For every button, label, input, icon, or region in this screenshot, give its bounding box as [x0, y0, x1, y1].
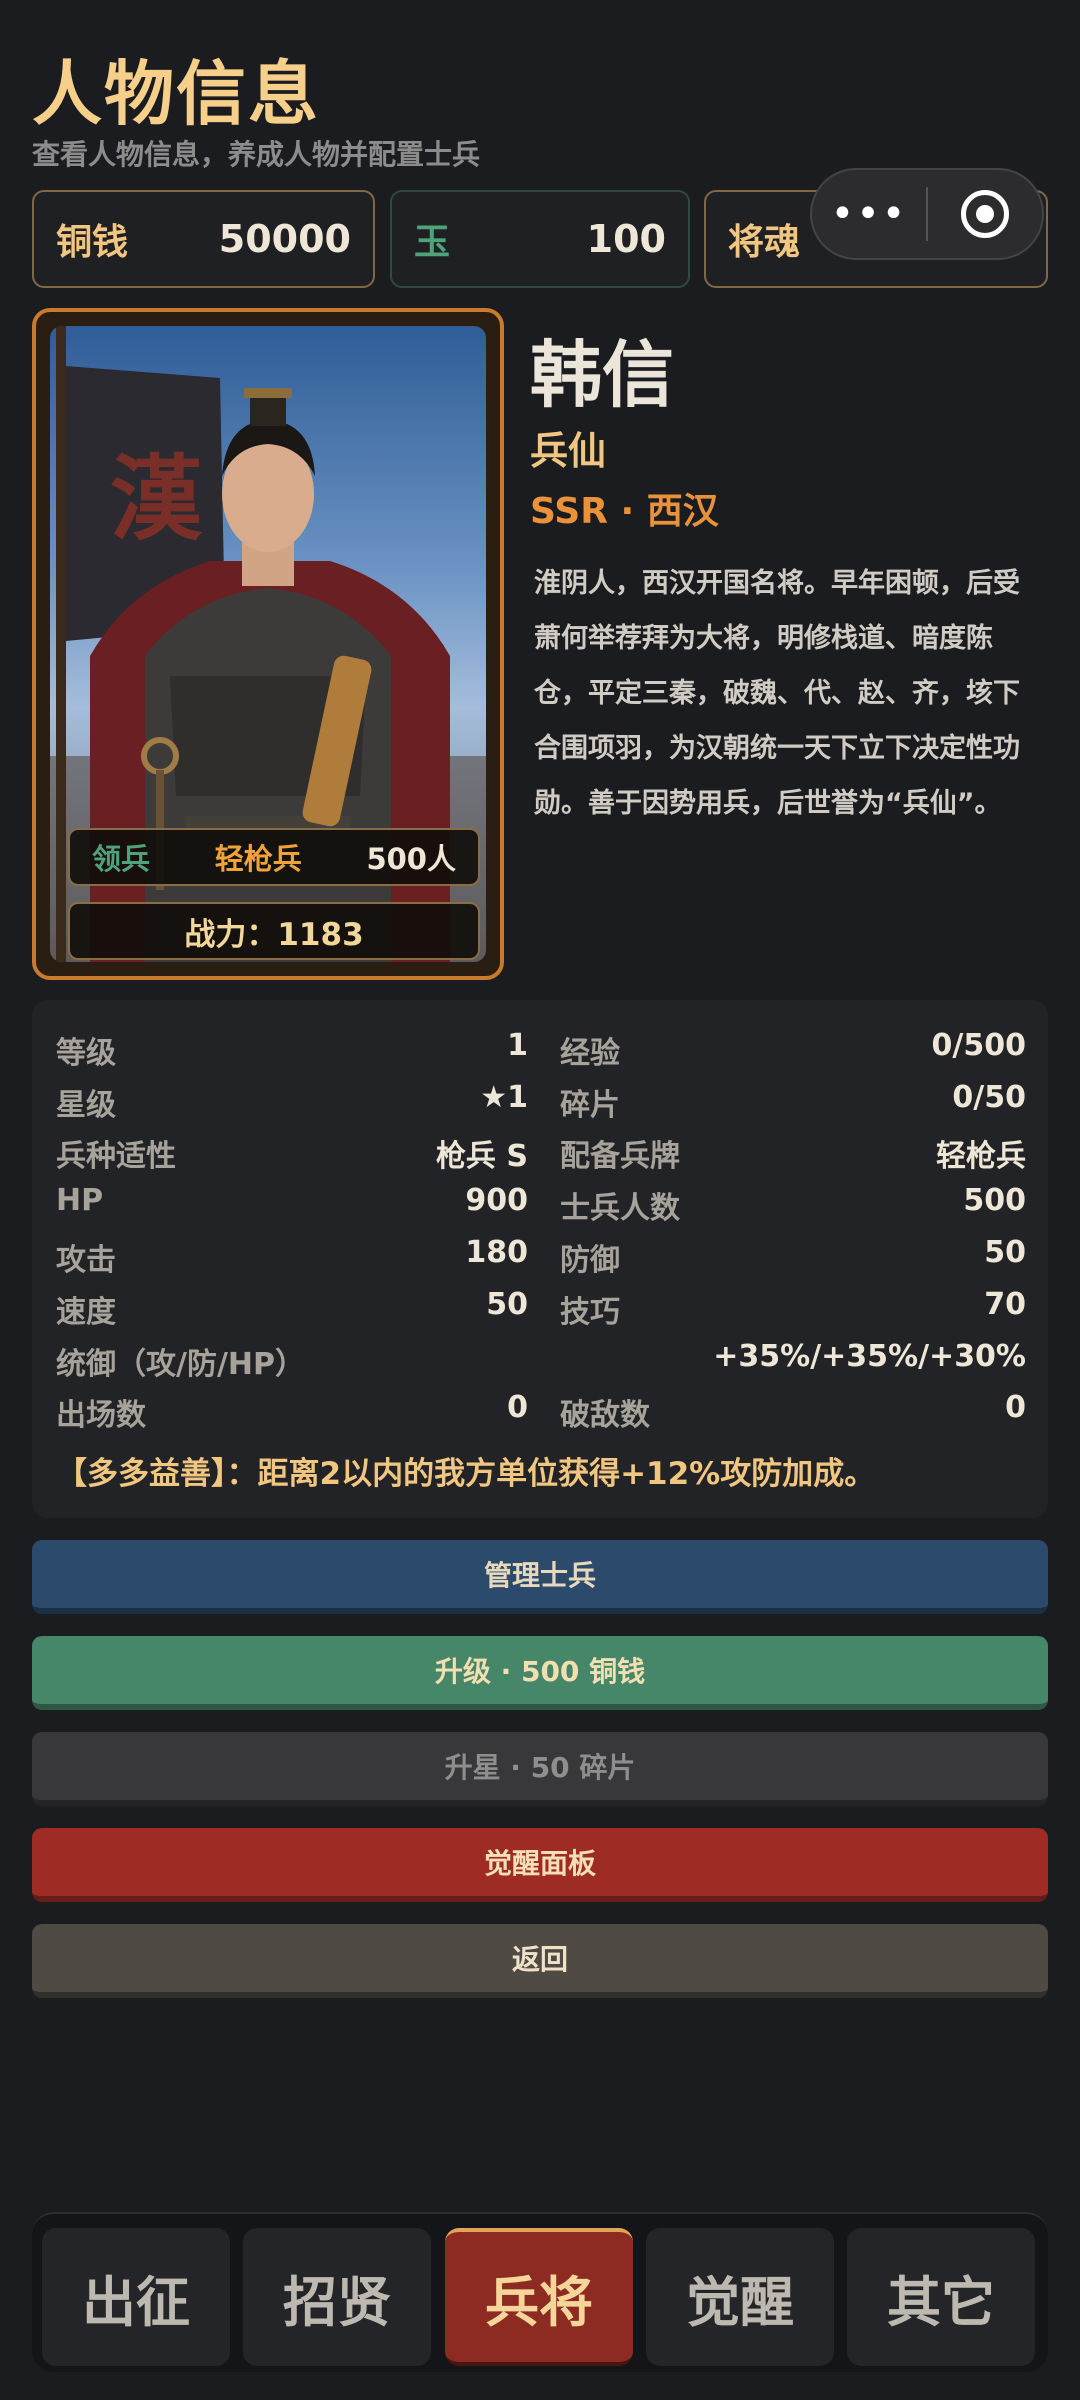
hero-name: 韩信: [530, 333, 675, 417]
stat-row: 统御（攻/防/HP） +35%/+35%/+30%: [56, 1331, 1026, 1383]
stat-label: 技巧: [560, 1295, 620, 1330]
awaken-panel-button[interactable]: 觉醒面板: [32, 1828, 1048, 1902]
troop-count: 500人: [366, 842, 456, 876]
stat-value: 50: [486, 1287, 528, 1322]
stat-value: +35%/+35%/+30%: [713, 1339, 1026, 1374]
stat-label: 统御（攻/防/HP）: [56, 1347, 306, 1382]
stat-label: 兵种适性: [56, 1139, 176, 1174]
copper-label: 铜钱: [56, 222, 129, 263]
page-subtitle: 查看人物信息，养成人物并配置士兵: [32, 138, 481, 171]
stat-label: 配备兵牌: [560, 1139, 680, 1174]
stat-value: 轻枪兵: [936, 1139, 1026, 1174]
tab-other[interactable]: 其它: [847, 2228, 1035, 2366]
star-up-button[interactable]: 升星 · 50 碎片: [32, 1732, 1048, 1806]
stat-value: 70: [984, 1287, 1026, 1322]
stat-value: 0/50: [952, 1080, 1026, 1115]
stat-value: 枪兵 S: [435, 1139, 528, 1174]
stat-row: HP 900 士兵人数 500: [56, 1175, 1026, 1227]
jade-resource: 玉 100: [390, 190, 690, 288]
stat-label: 速度: [56, 1295, 116, 1330]
stat-label: 破敌数: [560, 1398, 650, 1433]
upgrade-button[interactable]: 升级 · 500 铜钱: [32, 1636, 1048, 1710]
copper-resource: 铜钱 50000: [32, 190, 375, 288]
power-pill: 战力：1183: [68, 902, 480, 960]
stat-row: 星级 ★1 碎片 0/50: [56, 1072, 1026, 1124]
stat-label: 等级: [56, 1036, 116, 1071]
hero-description: 淮阴人，西汉开国名将。早年困顿，后受萧何举荐拜为大将，明修栈道、暗度陈仓，平定三…: [534, 568, 1020, 819]
hero-rarity: SSR · 西汉: [530, 491, 719, 532]
stat-row: 攻击 180 防御 50: [56, 1227, 1026, 1279]
stat-row: 速度 50 技巧 70: [56, 1279, 1026, 1331]
troop-label: 领兵: [92, 842, 151, 876]
soul-label: 将魂: [728, 222, 801, 263]
miniprogram-capsule: •••: [810, 168, 1044, 260]
tab-recruit[interactable]: 招贤: [243, 2228, 431, 2366]
stat-value: 900: [465, 1183, 528, 1218]
skill-description: 【多多益善】：距离2以内的我方单位获得+12%攻防加成。: [56, 1456, 876, 1492]
jade-value: 100: [586, 217, 666, 261]
back-button[interactable]: 返回: [32, 1924, 1048, 1998]
stat-row: 等级 1 经验 0/500: [56, 1020, 1026, 1072]
troop-type: 轻枪兵: [214, 842, 302, 876]
stat-label: 防御: [560, 1243, 620, 1278]
stat-row: 出场数 0 破敌数 0: [56, 1382, 1026, 1434]
tab-awaken[interactable]: 觉醒: [646, 2228, 834, 2366]
stat-label: 碎片: [560, 1088, 620, 1123]
copper-value: 50000: [218, 217, 351, 261]
page-title: 人物信息: [32, 53, 320, 135]
tab-expedition[interactable]: 出征: [42, 2228, 230, 2366]
jade-label: 玉: [414, 222, 451, 263]
hero-title: 兵仙: [530, 429, 607, 473]
stat-label: 攻击: [56, 1243, 116, 1278]
stat-label: 士兵人数: [560, 1191, 680, 1226]
stats-panel: 等级 1 经验 0/500 星级 ★1 碎片 0/50 兵种适性 枪兵 S 配备…: [32, 1000, 1048, 1518]
more-icon[interactable]: •••: [812, 194, 926, 234]
stat-label: HP: [56, 1183, 104, 1218]
stat-label: 经验: [560, 1036, 620, 1071]
troop-info-pill: 领兵 轻枪兵 500人: [68, 828, 480, 886]
stat-value: 0: [1005, 1390, 1026, 1425]
bottom-tab-bar: 出征 招贤 兵将 觉醒 其它: [32, 2212, 1048, 2372]
manage-soldiers-button[interactable]: 管理士兵: [32, 1540, 1048, 1614]
stat-value: 500: [963, 1183, 1026, 1218]
stat-value: 0/500: [931, 1028, 1026, 1063]
stat-value: 50: [984, 1235, 1026, 1270]
stat-value: ★1: [480, 1080, 528, 1115]
close-target-icon[interactable]: [928, 190, 1042, 238]
stat-value: 180: [465, 1235, 528, 1270]
hero-portrait: 漢 领兵 轻枪兵 500人 战力：1183: [50, 326, 486, 962]
tab-generals[interactable]: 兵将: [445, 2228, 633, 2366]
hero-portrait-card: 漢 领兵 轻枪兵 500人 战力：1183: [32, 308, 504, 980]
stat-row: 兵种适性 枪兵 S 配备兵牌 轻枪兵: [56, 1123, 1026, 1175]
stat-value: 1: [507, 1028, 528, 1063]
banner-char: 漢: [110, 445, 203, 553]
stat-label: 星级: [56, 1088, 116, 1123]
stat-value: 0: [507, 1390, 528, 1425]
stat-label: 出场数: [56, 1398, 146, 1433]
